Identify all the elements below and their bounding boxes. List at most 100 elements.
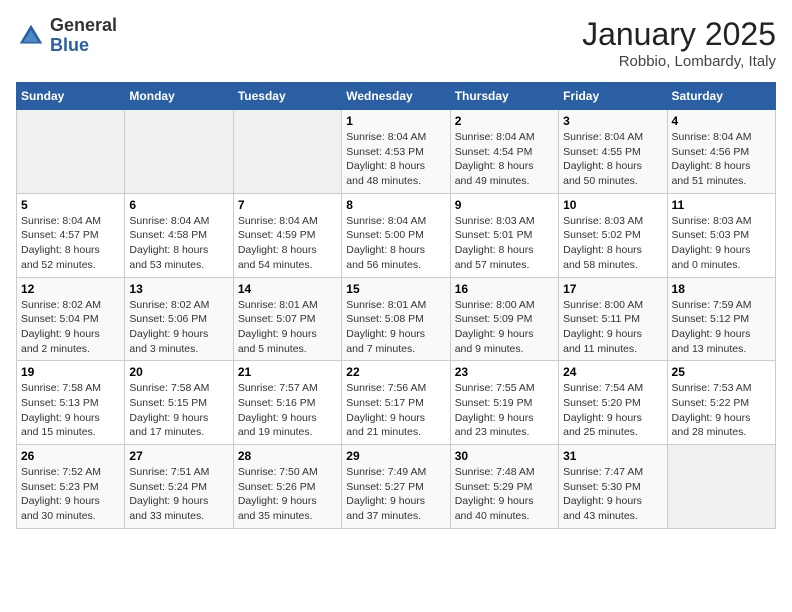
calendar-cell: 7 Sunrise: 8:04 AMSunset: 4:59 PMDaylight… bbox=[233, 193, 341, 277]
calendar-cell: 23 Sunrise: 7:55 AMSunset: 5:19 PMDayligh… bbox=[450, 361, 558, 445]
day-info: Sunrise: 7:55 AMSunset: 5:19 PMDaylight:… bbox=[455, 381, 554, 440]
calendar-cell: 29 Sunrise: 7:49 AMSunset: 5:27 PMDayligh… bbox=[342, 445, 450, 529]
title-block: January 2025 Robbio, Lombardy, Italy bbox=[582, 16, 776, 70]
day-number: 8 bbox=[346, 198, 445, 212]
day-number: 25 bbox=[672, 365, 771, 379]
day-number: 3 bbox=[563, 114, 662, 128]
day-info: Sunrise: 8:04 AMSunset: 4:59 PMDaylight:… bbox=[238, 214, 337, 273]
calendar-cell: 25 Sunrise: 7:53 AMSunset: 5:22 PMDayligh… bbox=[667, 361, 775, 445]
logo-general-text: General bbox=[50, 15, 117, 35]
day-number: 1 bbox=[346, 114, 445, 128]
day-number: 22 bbox=[346, 365, 445, 379]
calendar-cell: 10 Sunrise: 8:03 AMSunset: 5:02 PMDayligh… bbox=[559, 193, 667, 277]
day-number: 9 bbox=[455, 198, 554, 212]
calendar-cell: 3 Sunrise: 8:04 AMSunset: 4:55 PMDaylight… bbox=[559, 110, 667, 194]
day-number: 30 bbox=[455, 449, 554, 463]
day-info: Sunrise: 8:03 AMSunset: 5:01 PMDaylight:… bbox=[455, 214, 554, 273]
calendar-cell: 27 Sunrise: 7:51 AMSunset: 5:24 PMDayligh… bbox=[125, 445, 233, 529]
day-info: Sunrise: 7:52 AMSunset: 5:23 PMDaylight:… bbox=[21, 465, 120, 524]
calendar-cell: 21 Sunrise: 7:57 AMSunset: 5:16 PMDayligh… bbox=[233, 361, 341, 445]
day-number: 27 bbox=[129, 449, 228, 463]
day-number: 13 bbox=[129, 282, 228, 296]
calendar-cell: 22 Sunrise: 7:56 AMSunset: 5:17 PMDayligh… bbox=[342, 361, 450, 445]
day-info: Sunrise: 8:04 AMSunset: 4:54 PMDaylight:… bbox=[455, 130, 554, 189]
day-info: Sunrise: 7:53 AMSunset: 5:22 PMDaylight:… bbox=[672, 381, 771, 440]
day-number: 18 bbox=[672, 282, 771, 296]
day-info: Sunrise: 8:01 AMSunset: 5:07 PMDaylight:… bbox=[238, 298, 337, 357]
calendar-cell bbox=[17, 110, 125, 194]
day-of-week-header: Friday bbox=[559, 83, 667, 110]
day-info: Sunrise: 8:04 AMSunset: 4:57 PMDaylight:… bbox=[21, 214, 120, 273]
day-of-week-header: Sunday bbox=[17, 83, 125, 110]
day-info: Sunrise: 7:47 AMSunset: 5:30 PMDaylight:… bbox=[563, 465, 662, 524]
day-number: 2 bbox=[455, 114, 554, 128]
calendar-cell: 26 Sunrise: 7:52 AMSunset: 5:23 PMDayligh… bbox=[17, 445, 125, 529]
day-number: 29 bbox=[346, 449, 445, 463]
day-info: Sunrise: 8:04 AMSunset: 4:55 PMDaylight:… bbox=[563, 130, 662, 189]
calendar-cell bbox=[125, 110, 233, 194]
day-info: Sunrise: 7:49 AMSunset: 5:27 PMDaylight:… bbox=[346, 465, 445, 524]
calendar-cell: 11Sunrise: 8:03 AMSunset: 5:03 PMDayligh… bbox=[667, 193, 775, 277]
calendar-cell: 9 Sunrise: 8:03 AMSunset: 5:01 PMDaylight… bbox=[450, 193, 558, 277]
day-number: 28 bbox=[238, 449, 337, 463]
day-info: Sunrise: 7:54 AMSunset: 5:20 PMDaylight:… bbox=[563, 381, 662, 440]
day-number: 20 bbox=[129, 365, 228, 379]
calendar-cell: 14 Sunrise: 8:01 AMSunset: 5:07 PMDayligh… bbox=[233, 277, 341, 361]
day-info: Sunrise: 8:04 AMSunset: 4:53 PMDaylight:… bbox=[346, 130, 445, 189]
calendar-cell: 30Sunrise: 7:48 AMSunset: 5:29 PMDayligh… bbox=[450, 445, 558, 529]
day-number: 21 bbox=[238, 365, 337, 379]
calendar-cell: 16 Sunrise: 8:00 AMSunset: 5:09 PMDayligh… bbox=[450, 277, 558, 361]
page-header: General Blue January 2025 Robbio, Lombar… bbox=[16, 16, 776, 70]
day-number: 15 bbox=[346, 282, 445, 296]
calendar-cell: 24 Sunrise: 7:54 AMSunset: 5:20 PMDayligh… bbox=[559, 361, 667, 445]
month-title: January 2025 bbox=[582, 16, 776, 53]
day-number: 10 bbox=[563, 198, 662, 212]
day-info: Sunrise: 7:57 AMSunset: 5:16 PMDaylight:… bbox=[238, 381, 337, 440]
calendar-cell bbox=[233, 110, 341, 194]
day-info: Sunrise: 8:00 AMSunset: 5:11 PMDaylight:… bbox=[563, 298, 662, 357]
day-info: Sunrise: 8:04 AMSunset: 4:56 PMDaylight:… bbox=[672, 130, 771, 189]
calendar-cell: 15 Sunrise: 8:01 AMSunset: 5:08 PMDayligh… bbox=[342, 277, 450, 361]
day-info: Sunrise: 8:04 AMSunset: 5:00 PMDaylight:… bbox=[346, 214, 445, 273]
day-info: Sunrise: 7:50 AMSunset: 5:26 PMDaylight:… bbox=[238, 465, 337, 524]
calendar-cell: 5 Sunrise: 8:04 AMSunset: 4:57 PMDaylight… bbox=[17, 193, 125, 277]
day-number: 31 bbox=[563, 449, 662, 463]
calendar-cell: 12Sunrise: 8:02 AMSunset: 5:04 PMDayligh… bbox=[17, 277, 125, 361]
calendar-cell: 19Sunrise: 7:58 AMSunset: 5:13 PMDayligh… bbox=[17, 361, 125, 445]
day-info: Sunrise: 7:58 AMSunset: 5:15 PMDaylight:… bbox=[129, 381, 228, 440]
calendar-table: SundayMondayTuesdayWednesdayThursdayFrid… bbox=[16, 82, 776, 529]
day-info: Sunrise: 7:51 AMSunset: 5:24 PMDaylight:… bbox=[129, 465, 228, 524]
day-info: Sunrise: 8:02 AMSunset: 5:06 PMDaylight:… bbox=[129, 298, 228, 357]
day-number: 24 bbox=[563, 365, 662, 379]
day-of-week-header: Monday bbox=[125, 83, 233, 110]
calendar-cell: 2 Sunrise: 8:04 AMSunset: 4:54 PMDaylight… bbox=[450, 110, 558, 194]
day-number: 17 bbox=[563, 282, 662, 296]
day-number: 11 bbox=[672, 198, 771, 212]
calendar-cell: 4Sunrise: 8:04 AMSunset: 4:56 PMDaylight… bbox=[667, 110, 775, 194]
day-info: Sunrise: 8:01 AMSunset: 5:08 PMDaylight:… bbox=[346, 298, 445, 357]
day-of-week-header: Saturday bbox=[667, 83, 775, 110]
logo: General Blue bbox=[16, 16, 117, 56]
day-number: 5 bbox=[21, 198, 120, 212]
day-number: 26 bbox=[21, 449, 120, 463]
day-of-week-header: Wednesday bbox=[342, 83, 450, 110]
day-info: Sunrise: 8:00 AMSunset: 5:09 PMDaylight:… bbox=[455, 298, 554, 357]
day-info: Sunrise: 8:02 AMSunset: 5:04 PMDaylight:… bbox=[21, 298, 120, 357]
day-number: 19 bbox=[21, 365, 120, 379]
calendar-cell: 1 Sunrise: 8:04 AMSunset: 4:53 PMDaylight… bbox=[342, 110, 450, 194]
day-number: 6 bbox=[129, 198, 228, 212]
calendar-cell: 17 Sunrise: 8:00 AMSunset: 5:11 PMDayligh… bbox=[559, 277, 667, 361]
day-info: Sunrise: 7:56 AMSunset: 5:17 PMDaylight:… bbox=[346, 381, 445, 440]
day-number: 14 bbox=[238, 282, 337, 296]
day-info: Sunrise: 8:04 AMSunset: 4:58 PMDaylight:… bbox=[129, 214, 228, 273]
calendar-cell: 6 Sunrise: 8:04 AMSunset: 4:58 PMDaylight… bbox=[125, 193, 233, 277]
day-of-week-header: Thursday bbox=[450, 83, 558, 110]
calendar-cell: 31 Sunrise: 7:47 AMSunset: 5:30 PMDayligh… bbox=[559, 445, 667, 529]
day-info: Sunrise: 8:03 AMSunset: 5:02 PMDaylight:… bbox=[563, 214, 662, 273]
day-number: 7 bbox=[238, 198, 337, 212]
day-number: 23 bbox=[455, 365, 554, 379]
calendar-cell: 18Sunrise: 7:59 AMSunset: 5:12 PMDayligh… bbox=[667, 277, 775, 361]
day-of-week-header: Tuesday bbox=[233, 83, 341, 110]
day-number: 16 bbox=[455, 282, 554, 296]
calendar-cell: 13 Sunrise: 8:02 AMSunset: 5:06 PMDayligh… bbox=[125, 277, 233, 361]
